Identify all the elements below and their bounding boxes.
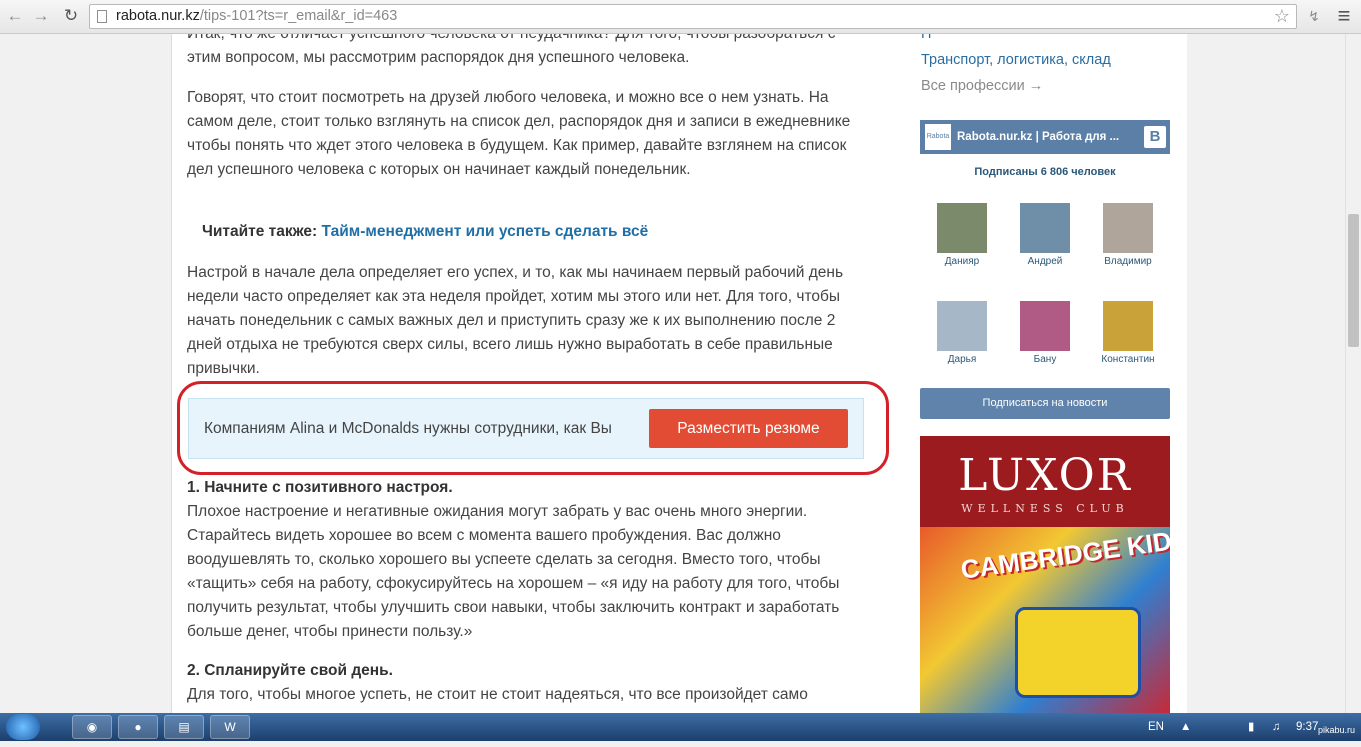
article-paragraph-2: Настрой в начале дела определяет его усп… [187, 264, 844, 377]
back-icon[interactable]: ← [4, 5, 26, 27]
watermark: pikabu.ru [1318, 725, 1356, 735]
start-button-icon[interactable] [6, 714, 40, 740]
network-icon[interactable]: ▮ [1248, 713, 1254, 741]
avatar[interactable] [1020, 203, 1070, 253]
read-also: Читайте также: Тайм-менеджмент или успет… [202, 223, 648, 241]
vk-subscribe-button[interactable]: Подписаться на новости [920, 388, 1170, 419]
url-path: /tips-101?ts=r_email&r_id=463 [199, 8, 398, 24]
address-bar[interactable]: rabota.nur.kz/tips-101?ts=r_email&r_id=4… [89, 4, 1297, 29]
language-indicator[interactable]: EN [1148, 713, 1164, 741]
sidebar-link-cut[interactable]: П [921, 34, 931, 42]
vk-logo-icon: B [1144, 126, 1166, 148]
reload-icon[interactable]: ↻ [60, 5, 82, 27]
url-host: rabota.nur.kz [116, 8, 200, 24]
vk-widget-header[interactable]: Rabota Rabota.nur.kz | Работа для ... B [920, 120, 1170, 154]
folder-taskbar-icon[interactable]: ▤ [164, 715, 204, 739]
ad-kids-text: CAMBRIDGE KIDS [958, 523, 1170, 585]
vk-member-name[interactable]: Бану [1010, 354, 1080, 365]
windows-taskbar: ◉ ● ▤ W EN ▲ ▮ ♫ 9:37 pikabu.ru [0, 713, 1361, 741]
volume-icon[interactable]: ♫ [1272, 713, 1281, 741]
bookmark-star-icon[interactable]: ☆ [1274, 5, 1290, 28]
luxor-ad-banner[interactable]: LUXOR WELLNESS CLUB CAMBRIDGE KIDS [920, 436, 1170, 713]
vk-group-title[interactable]: Rabota.nur.kz | Работа для ... [957, 120, 1119, 154]
avatar[interactable] [937, 203, 987, 253]
browser-toolbar: ← → ↻ rabota.nur.kz/tips-101?ts=r_email&… [0, 0, 1361, 34]
toy-car-image [1015, 607, 1141, 698]
ad-image: CAMBRIDGE KIDS [920, 523, 1170, 713]
clock[interactable]: 9:37 [1296, 713, 1318, 741]
avatar[interactable] [1020, 301, 1070, 351]
ad-subtitle: WELLNESS CLUB [961, 502, 1129, 515]
app-taskbar-icon[interactable]: ● [118, 715, 158, 739]
ad-header: LUXOR WELLNESS CLUB [920, 436, 1170, 527]
vertical-scrollbar[interactable] [1345, 34, 1361, 713]
vk-member-name[interactable]: Константин [1093, 354, 1163, 365]
ad-brand: LUXOR [958, 450, 1132, 501]
vk-subscribers-count: Подписаны 6 806 человек [974, 166, 1116, 178]
page-viewport: Итак, что же отличает успешного человека… [0, 34, 1345, 713]
scrollbar-thumb[interactable] [1348, 214, 1359, 347]
article-paragraph-0: Итак, что же отличает успешного человека… [187, 34, 835, 66]
article-paragraph-3: Плохое настроение и негативные ожидания … [187, 503, 840, 640]
forward-icon[interactable]: → [30, 5, 52, 27]
avatar[interactable] [1103, 301, 1153, 351]
read-also-link[interactable]: Тайм-менеджмент или успеть сделать всё [322, 223, 649, 240]
sidebar-link-transport[interactable]: Транспорт, логистика, склад [921, 52, 1111, 68]
chrome-taskbar-icon[interactable]: ◉ [72, 715, 112, 739]
article-paragraph-1: Говорят, что стоит посмотреть на друзей … [187, 89, 851, 178]
highlight-oval [177, 381, 889, 475]
avatar[interactable] [937, 301, 987, 351]
vk-member-name[interactable]: Владимир [1093, 256, 1163, 267]
extension-icon[interactable]: ↯ [1303, 5, 1325, 27]
menu-icon[interactable]: ≡ [1333, 5, 1355, 27]
section-heading-1: 1. Начните с позитивного настроя. [187, 479, 453, 496]
page-icon [97, 10, 107, 23]
section-heading-2: 2. Спланируйте свой день. [187, 662, 393, 679]
vk-group-logo: Rabota [925, 124, 951, 150]
vk-member-name[interactable]: Дарья [927, 354, 997, 365]
article-paragraph-4: Для того, чтобы многое успеть, не стоит … [187, 686, 808, 703]
avatar[interactable] [1103, 203, 1153, 253]
vk-member-name[interactable]: Данияр [927, 256, 997, 267]
read-also-label: Читайте также: [202, 223, 318, 240]
vk-member-name[interactable]: Андрей [1010, 256, 1080, 267]
url-text[interactable]: rabota.nur.kz/tips-101?ts=r_email&r_id=4… [116, 5, 397, 28]
word-taskbar-icon[interactable]: W [210, 715, 250, 739]
sidebar-link-all-professions[interactable]: Все профессии → [921, 78, 1043, 94]
tray-arrow-icon[interactable]: ▲ [1180, 713, 1191, 741]
